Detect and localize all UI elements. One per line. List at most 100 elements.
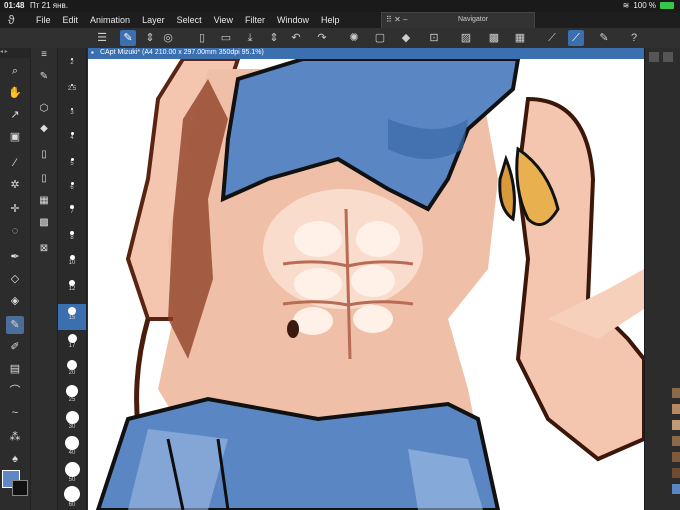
pencil-icon[interactable]: ✐ bbox=[6, 338, 24, 356]
layer-thumbnail-6[interactable] bbox=[672, 468, 680, 478]
new-file-icon[interactable]: ▯ bbox=[194, 30, 210, 46]
brush-size-panel: 2 2.5 3 4 5 6 7 8 10 12 15 17 20 25 30 4… bbox=[58, 48, 87, 510]
menu-file[interactable]: File bbox=[36, 15, 51, 25]
brush-size-30[interactable]: 30 bbox=[58, 410, 86, 430]
eyedropper-icon[interactable]: ⁄ bbox=[6, 154, 24, 172]
drawing-canvas[interactable] bbox=[88, 59, 644, 510]
document-title: CApt Mizuki* (A4 210.00 x 297.00mm 350dp… bbox=[100, 49, 264, 56]
wifi-icon: ≋ bbox=[622, 1, 630, 10]
figure-icon[interactable]: ⌒ bbox=[6, 382, 24, 400]
layer-thumbnail-5[interactable] bbox=[672, 452, 680, 462]
hide-selection-icon[interactable]: ▨ bbox=[458, 30, 474, 46]
brush-icon[interactable]: ✎ bbox=[6, 316, 24, 334]
text-icon[interactable]: ♠ bbox=[6, 450, 24, 468]
swap-icon[interactable]: ⇕ bbox=[142, 30, 158, 46]
menu-animation[interactable]: Animation bbox=[90, 15, 130, 25]
sub-tool-panel: ≡ ✎ ⬡ ◆ ▯ ▯ ▦ ▩ ⊠ bbox=[31, 48, 58, 510]
export-chevron-icon[interactable]: ⇕ bbox=[266, 30, 282, 46]
fill-bucket-icon[interactable]: ◈ bbox=[6, 292, 24, 310]
brush-size-2.5[interactable]: 2.5 bbox=[58, 80, 86, 92]
menu-icon[interactable]: ☰ bbox=[94, 30, 110, 46]
layer-thumbnail-4[interactable] bbox=[672, 436, 680, 446]
menu-bar: ϑ File Edit Animation Layer Select View … bbox=[0, 12, 680, 28]
document-tab[interactable]: ▪ CApt Mizuki* (A4 210.00 x 297.00mm 350… bbox=[88, 48, 644, 59]
open-folder-icon[interactable]: ▭ bbox=[218, 30, 234, 46]
app-logo-icon[interactable]: ϑ bbox=[8, 13, 22, 27]
brush-size-3[interactable]: 3 bbox=[58, 104, 86, 116]
battery-label: 100 % bbox=[633, 1, 656, 10]
menu-select[interactable]: Select bbox=[177, 15, 202, 25]
hand-icon[interactable]: ✋ bbox=[6, 84, 24, 102]
crop-icon[interactable]: ▩ bbox=[486, 30, 502, 46]
camera-icon[interactable]: ◎ bbox=[160, 30, 176, 46]
menu-edit[interactable]: Edit bbox=[63, 15, 79, 25]
close-document-icon[interactable]: ▪ bbox=[91, 48, 94, 57]
sub-tool-group-2-icon[interactable]: ◆ bbox=[37, 122, 51, 136]
brush-size-40[interactable]: 40 bbox=[58, 436, 86, 456]
navigator-title: Navigator bbox=[458, 16, 488, 23]
layer-thumbnail-7[interactable] bbox=[672, 484, 680, 494]
help-icon[interactable]: ? bbox=[626, 30, 642, 46]
ruler-icon[interactable]: ⟋ bbox=[544, 30, 560, 46]
brush-size-7[interactable]: 7 bbox=[58, 202, 86, 215]
blend-icon[interactable]: ~ bbox=[6, 404, 24, 422]
brush-size-4[interactable]: 4 bbox=[58, 128, 86, 141]
panel-tab-1[interactable] bbox=[649, 52, 659, 62]
sub-tool-add-icon[interactable]: ✎ bbox=[37, 70, 51, 84]
menu-filter[interactable]: Filter bbox=[245, 15, 265, 25]
brush-size-60[interactable]: 60 bbox=[58, 486, 86, 508]
navigator-window-controls[interactable]: ⠿ ✕ – bbox=[386, 15, 407, 24]
layer-move-icon[interactable]: ▣ bbox=[6, 128, 24, 146]
brush-size-17[interactable]: 17 bbox=[58, 332, 86, 349]
brush-size-2[interactable]: 2 bbox=[58, 54, 86, 66]
date: Пт 21 янв. bbox=[30, 1, 68, 10]
save-icon[interactable]: ⤓ bbox=[242, 30, 258, 46]
loading-icon[interactable]: ✺ bbox=[346, 30, 362, 46]
move-icon[interactable]: ✛ bbox=[6, 200, 24, 218]
operation-icon[interactable]: ↗ bbox=[6, 106, 24, 124]
brush-size-20[interactable]: 20 bbox=[58, 358, 86, 376]
sub-tool-group-7-icon[interactable]: ⊠ bbox=[37, 242, 51, 256]
brush-size-25[interactable]: 25 bbox=[58, 384, 86, 403]
transform-icon[interactable]: ⊡ bbox=[426, 30, 442, 46]
decoration-icon[interactable]: ⁂ bbox=[6, 428, 24, 446]
brush-size-5[interactable]: 5 bbox=[58, 154, 86, 167]
brush-size-10[interactable]: 10 bbox=[58, 252, 86, 266]
sub-tool-group-3-icon[interactable]: ▯ bbox=[37, 148, 51, 162]
clear-icon[interactable]: ▢ bbox=[372, 30, 388, 46]
sub-tool-group-6-icon[interactable]: ▩ bbox=[37, 216, 51, 230]
menu-layer[interactable]: Layer bbox=[142, 15, 165, 25]
menu-window[interactable]: Window bbox=[277, 15, 309, 25]
eraser-icon[interactable]: ◇ bbox=[6, 270, 24, 288]
sub-tool-group-4-icon[interactable]: ▯ bbox=[37, 172, 51, 186]
artwork bbox=[88, 59, 644, 510]
edit-tool-icon[interactable]: ✎ bbox=[120, 30, 136, 46]
layer-thumbnail-2[interactable] bbox=[672, 404, 680, 414]
sub-tool-group-5-icon[interactable]: ▦ bbox=[37, 194, 51, 208]
panel-tab-2[interactable] bbox=[663, 52, 673, 62]
lasso-icon[interactable]: ◌ bbox=[6, 222, 24, 240]
brush-size-8[interactable]: 8 bbox=[58, 228, 86, 241]
brush-size-6[interactable]: 6 bbox=[58, 178, 86, 191]
sub-tool-menu-icon[interactable]: ≡ bbox=[37, 48, 51, 62]
undo-icon[interactable]: ↶ bbox=[288, 30, 304, 46]
selection-tool-icon[interactable]: ▦ bbox=[512, 30, 528, 46]
pen-setting-icon[interactable]: ✎ bbox=[596, 30, 612, 46]
clock: 01:48 bbox=[4, 1, 25, 10]
brush-size-12[interactable]: 12 bbox=[58, 278, 86, 292]
layer-thumbnail-1[interactable] bbox=[672, 388, 680, 398]
brush-size-15[interactable]: 15 bbox=[58, 304, 86, 330]
brush-size-50[interactable]: 50 bbox=[58, 462, 86, 483]
sub-color-swatch[interactable] bbox=[12, 480, 28, 496]
layer-thumbnail-3[interactable] bbox=[672, 420, 680, 430]
menu-help[interactable]: Help bbox=[321, 15, 340, 25]
menu-view[interactable]: View bbox=[214, 15, 233, 25]
pen-icon[interactable]: ✒ bbox=[6, 248, 24, 266]
redo-icon[interactable]: ↷ bbox=[314, 30, 330, 46]
zoom-icon[interactable]: ⌕ bbox=[6, 62, 24, 80]
gradient-icon[interactable]: ▤ bbox=[6, 360, 24, 378]
sub-tool-group-1-icon[interactable]: ⬡ bbox=[37, 102, 51, 116]
magic-wand-icon[interactable]: ✲ bbox=[6, 176, 24, 194]
fill-icon[interactable]: ◆ bbox=[398, 30, 414, 46]
brush-stabilizer-icon[interactable]: ⟋ bbox=[568, 30, 584, 46]
